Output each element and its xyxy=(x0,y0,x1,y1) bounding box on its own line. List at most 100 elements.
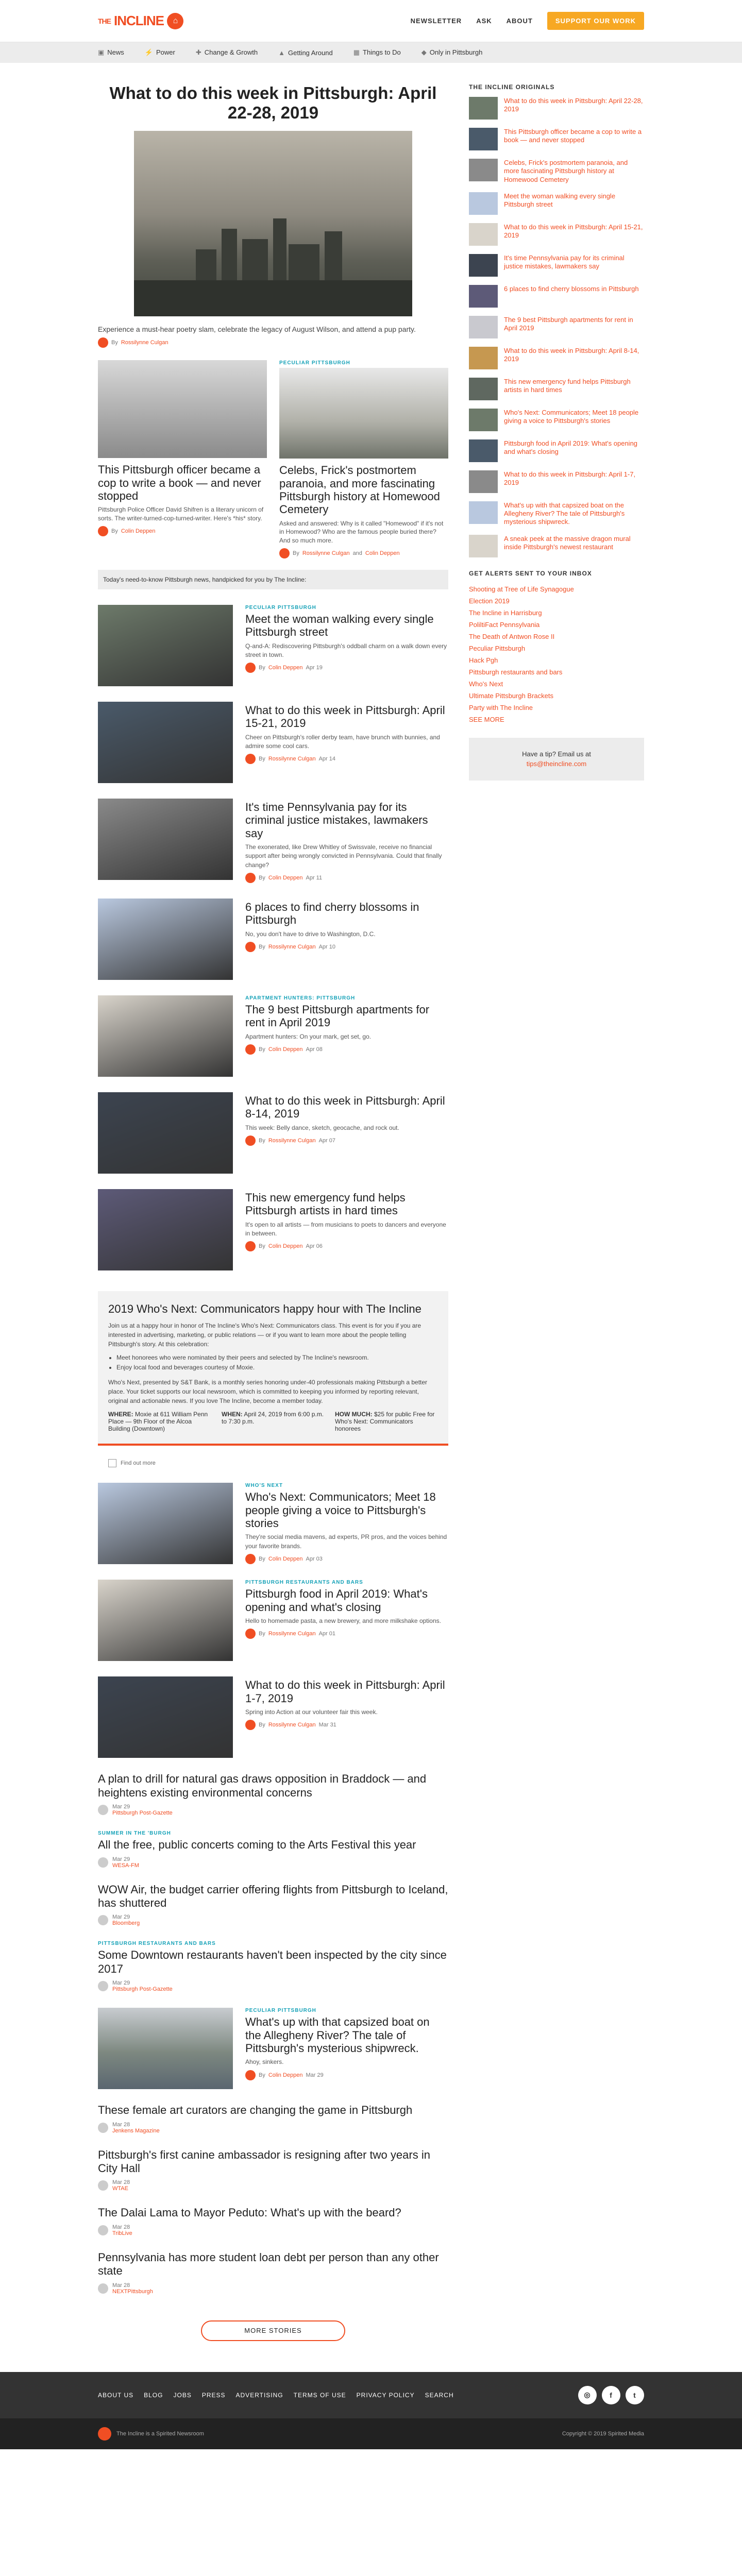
headline-item[interactable]: Pennsylvania has more student loan debt … xyxy=(98,2251,448,2295)
footer-link[interactable]: PRESS xyxy=(202,2392,226,2399)
alert-link[interactable]: Ultimate Pittsburgh Brackets xyxy=(469,690,644,702)
original-thumb[interactable] xyxy=(469,377,498,400)
cat-change[interactable]: ✚ Change & Growth xyxy=(196,48,258,57)
alert-link[interactable]: SEE MORE xyxy=(469,714,644,725)
footer-link[interactable]: BLOG xyxy=(144,2392,163,2399)
original-item[interactable]: What to do this week in Pittsburgh: Apri… xyxy=(469,97,644,120)
original-thumb[interactable] xyxy=(469,284,498,308)
original-item[interactable]: Meet the woman walking every single Pitt… xyxy=(469,192,644,215)
lead-image[interactable] xyxy=(134,130,412,316)
story-row[interactable]: PITTSBURGH RESTAURANTS AND BARS Pittsbur… xyxy=(98,1580,448,1662)
cat-things-to-do[interactable]: ▦ Things to Do xyxy=(353,48,401,57)
footer-link[interactable]: JOBS xyxy=(173,2392,191,2399)
story-image[interactable] xyxy=(98,1676,233,1758)
story-image[interactable] xyxy=(98,1189,233,1271)
facebook-icon[interactable]: f xyxy=(602,2385,620,2404)
original-thumb[interactable] xyxy=(469,534,498,557)
original-item[interactable]: What's up with that capsized boat on the… xyxy=(469,501,644,527)
original-thumb[interactable] xyxy=(469,223,498,246)
story-image[interactable] xyxy=(98,1092,233,1174)
original-thumb[interactable] xyxy=(469,470,498,493)
lead-title[interactable]: What to do this week in Pittsburgh: Apri… xyxy=(98,83,448,123)
alert-link[interactable]: Who's Next xyxy=(469,678,644,690)
feature-image[interactable] xyxy=(98,360,267,459)
original-item[interactable]: 6 places to find cherry blossoms in Pitt… xyxy=(469,284,644,308)
story-image[interactable] xyxy=(98,702,233,784)
alert-link[interactable]: Shooting at Tree of Life Synagogue xyxy=(469,583,644,595)
original-thumb[interactable] xyxy=(469,159,498,181)
headline-item[interactable]: SUMMER IN THE 'BURGH All the free, public… xyxy=(98,1831,448,1869)
original-item[interactable]: Who's Next: Communicators; Meet 18 peopl… xyxy=(469,408,644,431)
original-thumb[interactable] xyxy=(469,439,498,462)
alert-link[interactable]: Election 2019 xyxy=(469,595,644,607)
original-item[interactable]: This Pittsburgh officer became a cop to … xyxy=(469,128,644,150)
original-item[interactable]: Celebs, Frick's postmortem paranoia, and… xyxy=(469,159,644,184)
original-thumb[interactable] xyxy=(469,253,498,277)
instagram-icon[interactable]: ◎ xyxy=(578,2385,597,2404)
story-row[interactable]: 6 places to find cherry blossoms in Pitt… xyxy=(98,899,448,980)
story-image[interactable] xyxy=(98,2008,233,2090)
story-row[interactable]: What to do this week in Pittsburgh: Apri… xyxy=(98,1676,448,1758)
original-thumb[interactable] xyxy=(469,408,498,431)
headline-item[interactable]: The Dalai Lama to Mayor Peduto: What's u… xyxy=(98,2206,448,2236)
nav-about[interactable]: ABOUT xyxy=(507,17,533,25)
cat-power[interactable]: ⚡ Power xyxy=(145,48,175,57)
alert-link[interactable]: Peculiar Pittsburgh xyxy=(469,642,644,654)
alert-link[interactable]: Pittsburgh restaurants and bars xyxy=(469,666,644,678)
original-item[interactable]: It's time Pennsylvania pay for its crimi… xyxy=(469,253,644,277)
original-item[interactable]: A sneak peek at the massive dragon mural… xyxy=(469,534,644,557)
story-row[interactable]: APARTMENT HUNTERS: PITTSBURGH The 9 best… xyxy=(98,995,448,1077)
alert-link[interactable]: PoliltiFact Pennsylvania xyxy=(469,619,644,631)
nav-newsletter[interactable]: NEWSLETTER xyxy=(411,17,462,25)
twitter-icon[interactable]: t xyxy=(626,2385,644,2404)
footer-link[interactable]: SEARCH xyxy=(425,2392,454,2399)
headline-item[interactable]: PITTSBURGH RESTAURANTS AND BARS Some Down… xyxy=(98,1941,448,1992)
original-item[interactable]: Pittsburgh food in April 2019: What's op… xyxy=(469,439,644,462)
story-image[interactable] xyxy=(98,605,233,687)
cat-only-in-pgh[interactable]: ◆ Only in Pittsburgh xyxy=(421,48,483,57)
headline-item[interactable]: WOW Air, the budget carrier offering fli… xyxy=(98,1883,448,1926)
original-item[interactable]: What to do this week in Pittsburgh: Apri… xyxy=(469,223,644,246)
cat-news[interactable]: ▣ News xyxy=(98,48,124,57)
original-thumb[interactable] xyxy=(469,128,498,150)
footer-link[interactable]: TERMS OF USE xyxy=(294,2392,346,2399)
footer-link[interactable]: PRIVACY POLICY xyxy=(357,2392,415,2399)
feature-image[interactable] xyxy=(279,368,448,459)
footer-link[interactable]: ABOUT US xyxy=(98,2392,133,2399)
site-logo[interactable]: THE INCLINE ⌂ xyxy=(98,12,183,29)
footer-link[interactable]: ADVERTISING xyxy=(236,2392,283,2399)
original-thumb[interactable] xyxy=(469,315,498,338)
story-row[interactable]: PECULIAR PITTSBURGH What's up with that … xyxy=(98,2008,448,2090)
story-row[interactable]: What to do this week in Pittsburgh: Apri… xyxy=(98,702,448,784)
story-image[interactable] xyxy=(98,1580,233,1662)
nav-ask[interactable]: ASK xyxy=(476,17,492,25)
story-row[interactable]: WHO'S NEXT Who's Next: Communicators; Me… xyxy=(98,1483,448,1565)
story-row[interactable]: It's time Pennsylvania pay for its crimi… xyxy=(98,799,448,884)
story-row[interactable]: What to do this week in Pittsburgh: Apri… xyxy=(98,1092,448,1174)
feature-card[interactable]: This Pittsburgh officer became a cop to … xyxy=(98,360,267,558)
original-item[interactable]: The 9 best Pittsburgh apartments for ren… xyxy=(469,315,644,338)
original-item[interactable]: What to do this week in Pittsburgh: Apri… xyxy=(469,470,644,493)
story-image[interactable] xyxy=(98,1483,233,1565)
story-image[interactable] xyxy=(98,799,233,880)
original-thumb[interactable] xyxy=(469,501,498,524)
story-image[interactable] xyxy=(98,899,233,980)
tip-email-link[interactable]: tips@theincline.com xyxy=(527,760,587,768)
story-row[interactable]: This new emergency fund helps Pittsburgh… xyxy=(98,1189,448,1271)
alert-link[interactable]: Party with The Incline xyxy=(469,702,644,714)
find-out-more-link[interactable]: Find out more xyxy=(98,1459,448,1468)
more-stories-button[interactable]: MORE STORIES xyxy=(201,2320,345,2341)
story-row[interactable]: PECULIAR PITTSBURGH Meet the woman walki… xyxy=(98,605,448,687)
headline-item[interactable]: A plan to drill for natural gas draws op… xyxy=(98,1772,448,1816)
support-button[interactable]: SUPPORT OUR WORK xyxy=(547,12,644,30)
feature-card[interactable]: PECULIAR PITTSBURGH Celebs, Frick's post… xyxy=(279,360,448,559)
cat-getting-around[interactable]: ▲ Getting Around xyxy=(278,49,333,57)
original-item[interactable]: What to do this week in Pittsburgh: Apri… xyxy=(469,346,644,369)
original-thumb[interactable] xyxy=(469,346,498,369)
headline-item[interactable]: These female art curators are changing t… xyxy=(98,2104,448,2134)
alert-link[interactable]: The Death of Antwon Rose II xyxy=(469,631,644,642)
original-thumb[interactable] xyxy=(469,192,498,215)
original-item[interactable]: This new emergency fund helps Pittsburgh… xyxy=(469,377,644,400)
alert-link[interactable]: The Incline in Harrisburg xyxy=(469,607,644,619)
alert-link[interactable]: Hack Pgh xyxy=(469,654,644,666)
